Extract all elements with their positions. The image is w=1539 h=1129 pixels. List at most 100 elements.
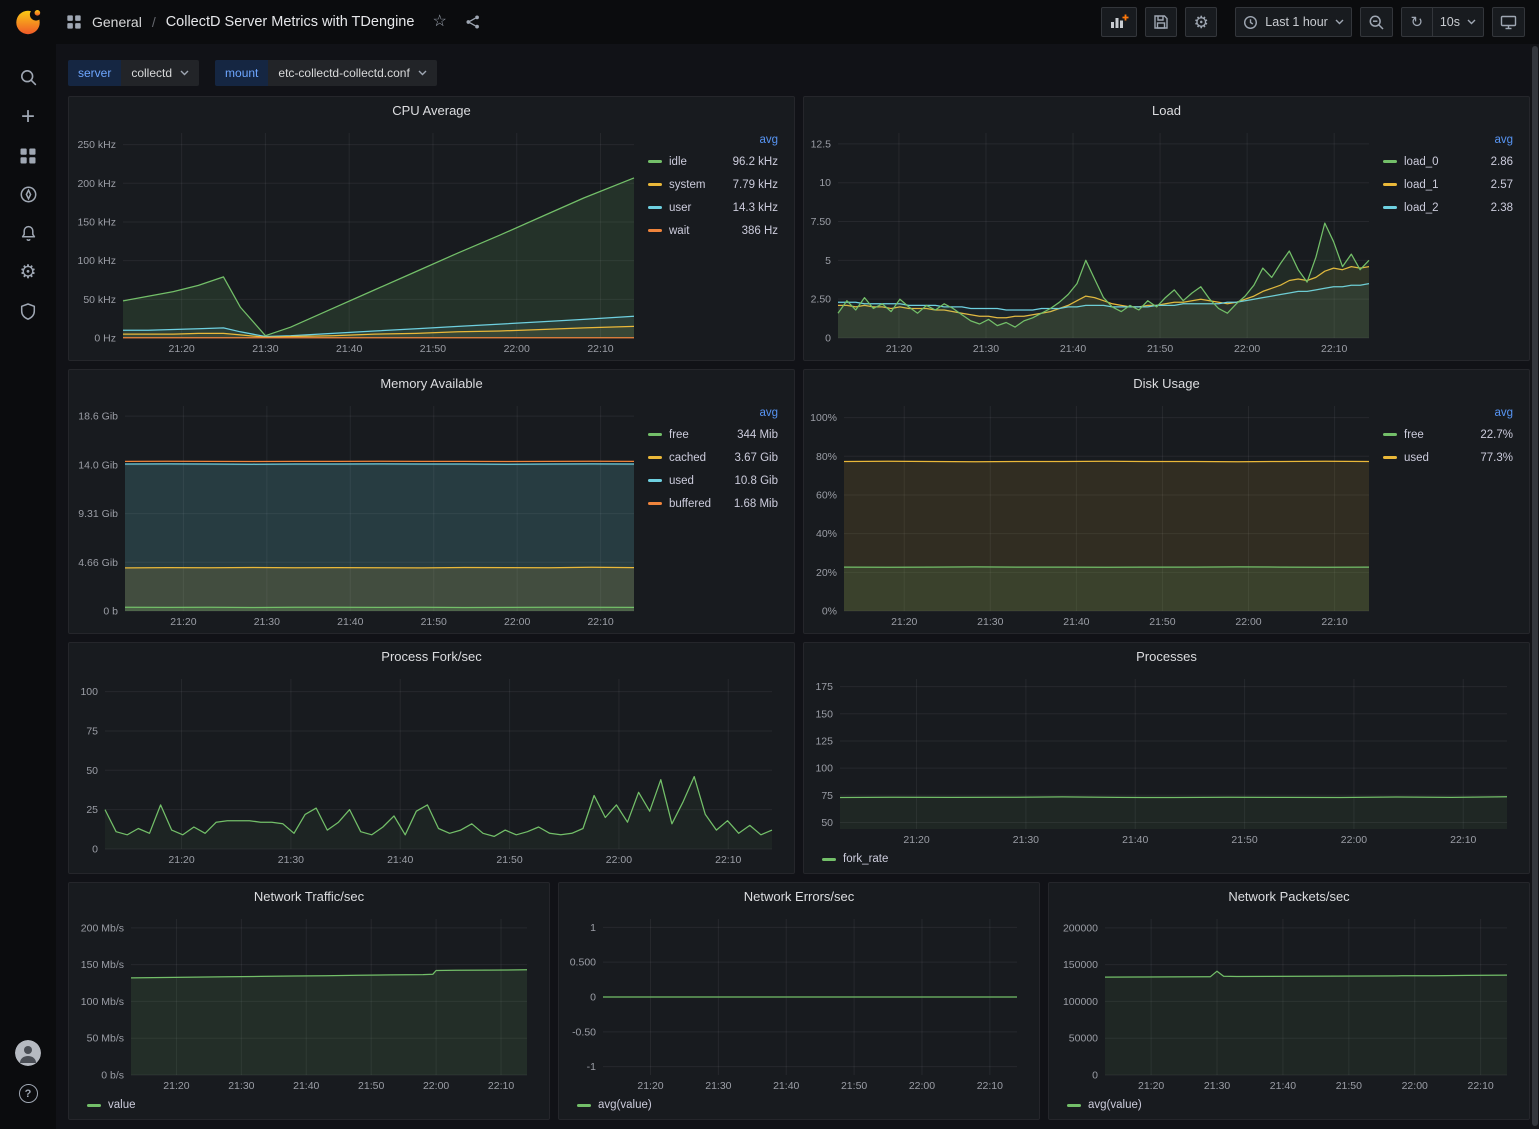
refresh-button[interactable]: ↻ <box>1401 7 1433 37</box>
refresh-interval-label: 10s <box>1440 15 1460 29</box>
legend-name: load_0 <box>1404 156 1439 168</box>
gear-icon: ⚙ <box>19 263 36 282</box>
legend-header[interactable]: avg <box>648 130 778 150</box>
zoom-out-button[interactable] <box>1360 7 1393 37</box>
panel-title[interactable]: Network Errors/sec <box>559 883 1039 910</box>
explore-button[interactable] <box>0 175 56 214</box>
legend-item-value[interactable]: value <box>87 1095 136 1115</box>
panel-body: 21:2021:3021:4021:5022:0022:100%20%40%60… <box>804 397 1529 633</box>
panel-title[interactable]: Network Packets/sec <box>1049 883 1529 910</box>
legend-item-free[interactable]: free344 Mib <box>648 423 778 446</box>
variable-server-value[interactable]: collectd <box>121 60 199 86</box>
save-dashboard-button[interactable] <box>1145 7 1177 37</box>
legend-header[interactable]: avg <box>648 403 778 423</box>
chart-network-packets[interactable]: 21:2021:3021:4021:5022:0022:100500001000… <box>1053 910 1519 1095</box>
panel-title[interactable]: CPU Average <box>69 97 794 124</box>
legend-item-avg(value)[interactable]: avg(value) <box>577 1095 652 1115</box>
y-axis-label: 50 kHz <box>83 294 116 306</box>
y-axis-label: 100 kHz <box>77 255 116 267</box>
legend-item-fork_rate[interactable]: fork_rate <box>822 849 888 869</box>
legend-disk-usage: avgfree22.7%used77.3% <box>1381 397 1523 631</box>
x-axis-label: 21:40 <box>293 1080 319 1092</box>
x-axis-label: 21:30 <box>278 854 304 866</box>
x-axis-label: 22:10 <box>587 616 613 628</box>
x-axis-label: 22:00 <box>504 343 530 355</box>
panel-title[interactable]: Load <box>804 97 1529 124</box>
chevron-down-icon <box>418 70 427 76</box>
legend-item-load_1[interactable]: load_12.57 <box>1383 173 1513 196</box>
y-axis-label: 125 <box>815 735 833 747</box>
refresh-interval-dropdown[interactable]: 10s <box>1433 7 1484 37</box>
add-panel-button[interactable] <box>1101 7 1137 37</box>
chart-network-errors[interactable]: 21:2021:3021:4021:5022:0022:10-1-0.5000.… <box>563 910 1029 1095</box>
panel-title[interactable]: Network Traffic/sec <box>69 883 549 910</box>
dashboards-button[interactable] <box>0 136 56 175</box>
chart-processes[interactable]: 21:2021:3021:4021:5022:0022:105075100125… <box>808 670 1519 849</box>
legend-item-avg(value)[interactable]: avg(value) <box>1067 1095 1142 1115</box>
y-axis-label: 14.0 Gib <box>78 459 118 471</box>
legend-item-load_2[interactable]: load_22.38 <box>1383 196 1513 219</box>
legend-network-packets: avg(value) <box>1053 1095 1519 1115</box>
dashboard-settings-button[interactable]: ⚙ <box>1185 7 1217 37</box>
bell-icon <box>19 224 38 243</box>
legend-item-system[interactable]: system7.79 kHz <box>648 173 778 196</box>
help-button[interactable]: ? <box>0 1074 56 1113</box>
create-button[interactable]: + <box>0 97 56 136</box>
chart-load[interactable]: 21:2021:3021:4021:5022:0022:1002.5057.50… <box>806 124 1381 358</box>
x-axis-label: 22:00 <box>1234 343 1260 355</box>
variable-mount: mount etc-collectd-collectd.conf <box>215 60 437 86</box>
panel-title[interactable]: Process Fork/sec <box>69 643 794 670</box>
legend-item-used[interactable]: used10.8 Gib <box>648 469 778 492</box>
chart-memory-available[interactable]: 21:2021:3021:4021:5022:0022:100 b4.66 Gi… <box>71 397 646 631</box>
variable-mount-value-text: etc-collectd-collectd.conf <box>278 66 409 80</box>
share-icon[interactable] <box>465 14 481 30</box>
series-fill-free <box>844 567 1369 611</box>
scrollbar-track[interactable] <box>1530 44 1539 1129</box>
kiosk-mode-button[interactable] <box>1492 7 1525 37</box>
chart-disk-usage[interactable]: 21:2021:3021:4021:5022:0022:100%20%40%60… <box>806 397 1381 631</box>
grafana-logo[interactable] <box>0 0 56 44</box>
x-axis-label: 21:20 <box>637 1080 663 1092</box>
configuration-button[interactable]: ⚙ <box>0 253 56 292</box>
time-range-picker[interactable]: Last 1 hour <box>1235 7 1352 37</box>
legend-name: avg(value) <box>598 1099 652 1111</box>
dashboard-title[interactable]: CollectD Server Metrics with TDengine <box>166 14 415 30</box>
server-admin-button[interactable] <box>0 292 56 331</box>
x-axis-label: 22:10 <box>1450 834 1476 846</box>
legend-item-buffered[interactable]: buffered1.68 Mib <box>648 492 778 515</box>
legend-item-cached[interactable]: cached3.67 Gib <box>648 446 778 469</box>
clock-icon <box>1243 15 1258 30</box>
chart-process-fork[interactable]: 21:2021:3021:4021:5022:0022:100255075100 <box>73 670 784 869</box>
panel-title[interactable]: Disk Usage <box>804 370 1529 397</box>
search-button[interactable] <box>0 58 56 97</box>
legend-item-wait[interactable]: wait386 Hz <box>648 219 778 242</box>
legend-value: 1.68 Mib <box>726 498 778 510</box>
legend-swatch <box>648 479 662 482</box>
chart-cpu-average[interactable]: 21:2021:3021:4021:5022:0022:100 Hz50 kHz… <box>71 124 646 358</box>
legend-value: 3.67 Gib <box>727 452 778 464</box>
panel-title[interactable]: Memory Available <box>69 370 794 397</box>
user-avatar-button[interactable] <box>0 1033 56 1072</box>
y-axis-label: 100 Mb/s <box>81 996 124 1008</box>
breadcrumb-folder[interactable]: General <box>92 14 142 30</box>
legend-item-user[interactable]: user14.3 kHz <box>648 196 778 219</box>
series-fill-load_0 <box>838 223 1369 338</box>
favorite-star-icon[interactable]: ☆ <box>432 14 446 30</box>
legend-item-load_0[interactable]: load_02.86 <box>1383 150 1513 173</box>
variable-mount-value[interactable]: etc-collectd-collectd.conf <box>268 60 436 86</box>
legend-name: value <box>108 1099 136 1111</box>
shield-icon <box>19 302 37 321</box>
legend-item-idle[interactable]: idle96.2 kHz <box>648 150 778 173</box>
x-axis-label: 22:10 <box>587 343 613 355</box>
legend-name: wait <box>669 225 689 237</box>
legend-item-free[interactable]: free22.7% <box>1383 423 1513 446</box>
scrollbar-thumb[interactable] <box>1532 46 1538 1126</box>
legend-header[interactable]: avg <box>1383 403 1513 423</box>
chart-network-traffic[interactable]: 21:2021:3021:4021:5022:0022:100 b/s50 Mb… <box>73 910 539 1095</box>
legend-item-used[interactable]: used77.3% <box>1383 446 1513 469</box>
alerting-button[interactable] <box>0 214 56 253</box>
legend-value: 10.8 Gib <box>727 475 778 487</box>
series-fill-avg(value) <box>1105 971 1507 1075</box>
legend-header[interactable]: avg <box>1383 130 1513 150</box>
panel-title[interactable]: Processes <box>804 643 1529 670</box>
